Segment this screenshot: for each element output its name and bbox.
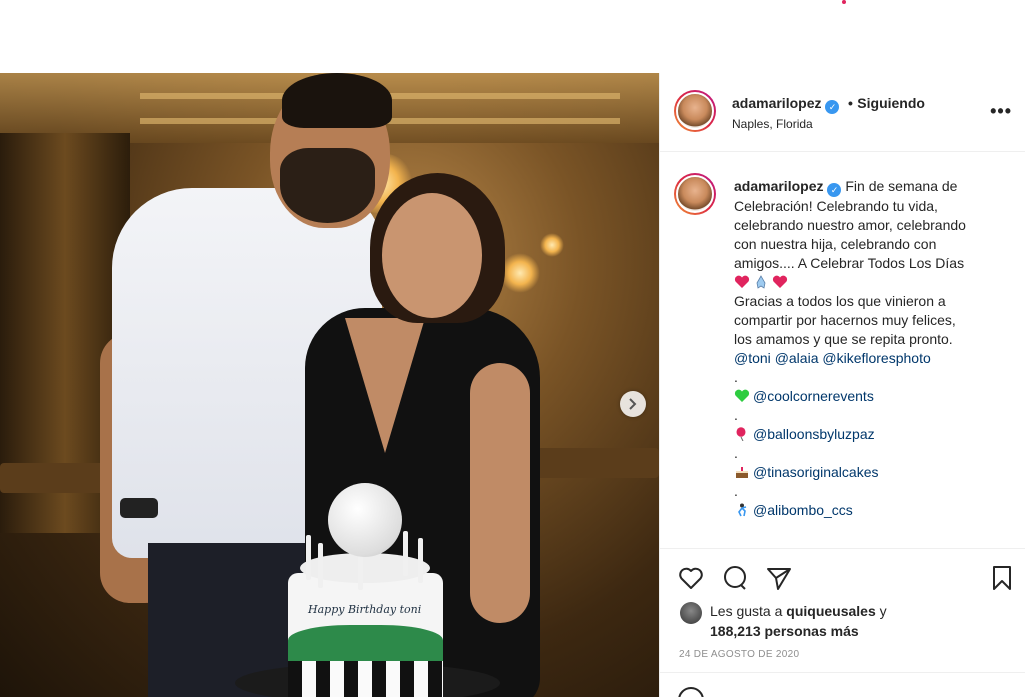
comment-icon[interactable] [721,564,749,592]
verified-icon: ✓ [825,100,840,114]
caption-line: Gracias a todos los que vinieron a [734,293,946,309]
heart-icon [772,275,788,288]
avatar[interactable] [674,90,716,132]
mention-link[interactable]: @toni [734,350,771,366]
likes-prefix: Les gusta a [710,603,783,619]
caption-line: Celebración! Celebrando tu vida, [734,198,938,214]
caption: adamarilopez ✓ Fin de semana de Celebraci… [734,177,1004,520]
caption-line: Fin de semana de [845,178,958,194]
emoji-smile-icon[interactable] [678,687,704,697]
mention-link[interactable]: @coolcornerevents [753,388,874,404]
emoji-row [734,273,1004,292]
praying-hands-icon [756,275,766,289]
likes-count[interactable]: 188,213 personas más [710,623,859,639]
like-heart-icon[interactable] [677,564,705,592]
post-header: adamarilopez ✓ • Siguiendo Naples, Florid… [660,73,1025,152]
cake-stripes [288,661,443,697]
post-actions: Les gusta a quiqueusales y 188,213 perso… [660,550,1025,697]
mention-link[interactable]: @tinasoriginalcakes [753,464,879,480]
mention-link[interactable]: @alaia [775,350,819,366]
photo-woman-arm [470,363,530,623]
credit-line: @tinasoriginalcakes [734,463,1004,482]
likes-conj: y [879,603,887,619]
photo-candle [403,531,408,576]
mention-link[interactable]: @balloonsbyluzpaz [753,426,875,442]
credit-line: @coolcornerevents [734,387,1004,406]
dot-separator: . [734,407,738,423]
next-photo-button[interactable] [620,391,646,417]
photo-woman-face [382,193,482,318]
post-photo[interactable]: Happy Birthday toni [0,73,659,697]
photo-golf-ball [328,483,402,557]
instagram-post-page: Happy Birthday toni adamarilopez ✓ • Sigu… [0,0,1025,697]
photo-lamp [540,233,564,257]
save-bookmark-icon[interactable] [988,564,1016,592]
green-heart-icon [734,389,750,402]
photo-candle [306,535,311,580]
photo-lamp [500,253,540,293]
verified-icon: ✓ [827,183,842,197]
mention-link[interactable]: @kikefloresphoto [822,350,930,366]
photo-candle [418,538,423,583]
photo-watch [120,498,158,518]
balloon-icon [736,427,746,441]
username-link[interactable]: adamarilopez [732,95,821,111]
post-sidebar: adamarilopez ✓ • Siguiendo Naples, Florid… [659,73,1025,697]
dot-separator: . [734,483,738,499]
more-options-icon[interactable]: ••• [990,101,1012,122]
photo-man-beard [280,148,375,223]
dot-separator: . [734,445,738,461]
dancer-icon [738,503,747,517]
header-user-row: adamarilopez ✓ • Siguiendo [732,95,925,114]
likes-summary: Les gusta a quiqueusales y 188,213 perso… [710,601,1010,641]
mention-link[interactable]: @alibombo_ccs [753,502,853,518]
caption-line: compartir por hacernos muy felices, [734,312,956,328]
add-comment-bar[interactable] [660,672,1025,697]
notification-dot [842,0,846,4]
location-link[interactable]: Naples, Florida [732,117,813,131]
liker-username[interactable]: quiqueusales [786,603,875,619]
heart-icon [734,275,750,288]
caption-line: amigos.... A Celebrar Todos Los Días [734,255,965,271]
photo-table [520,448,659,478]
credit-line: @alibombo_ccs [734,501,1004,520]
photo-candle [318,543,323,588]
caption-username[interactable]: adamarilopez [734,178,823,194]
comments-area[interactable]: adamarilopez ✓ Fin de semana de Celebraci… [660,153,1025,549]
cake-text: Happy Birthday toni [308,603,422,616]
tags-line: @toni @alaia @kikefloresphoto [734,349,1004,368]
photo-man-hair [282,73,392,128]
cake-green-band [288,625,443,663]
share-icon[interactable] [765,564,793,592]
photo-cake: Happy Birthday toni [288,573,443,697]
post-date[interactable]: 24 DE AGOSTO DE 2020 [679,649,799,660]
following-button[interactable]: Siguiendo [857,95,925,111]
chevron-right-icon [629,398,637,410]
follow-separator: • [847,95,853,111]
credit-line: @balloonsbyluzpaz [734,425,1004,444]
caption-line: con nuestra hija, celebrando con [734,236,937,252]
caption-line: los amamos y que se repita pronto. [734,331,953,347]
caption-avatar[interactable] [674,173,716,215]
liker-avatar[interactable] [680,602,702,624]
cake-icon [736,467,748,478]
caption-line: celebrando nuestro amor, celebrando [734,217,966,233]
dot-separator: . [734,369,738,385]
